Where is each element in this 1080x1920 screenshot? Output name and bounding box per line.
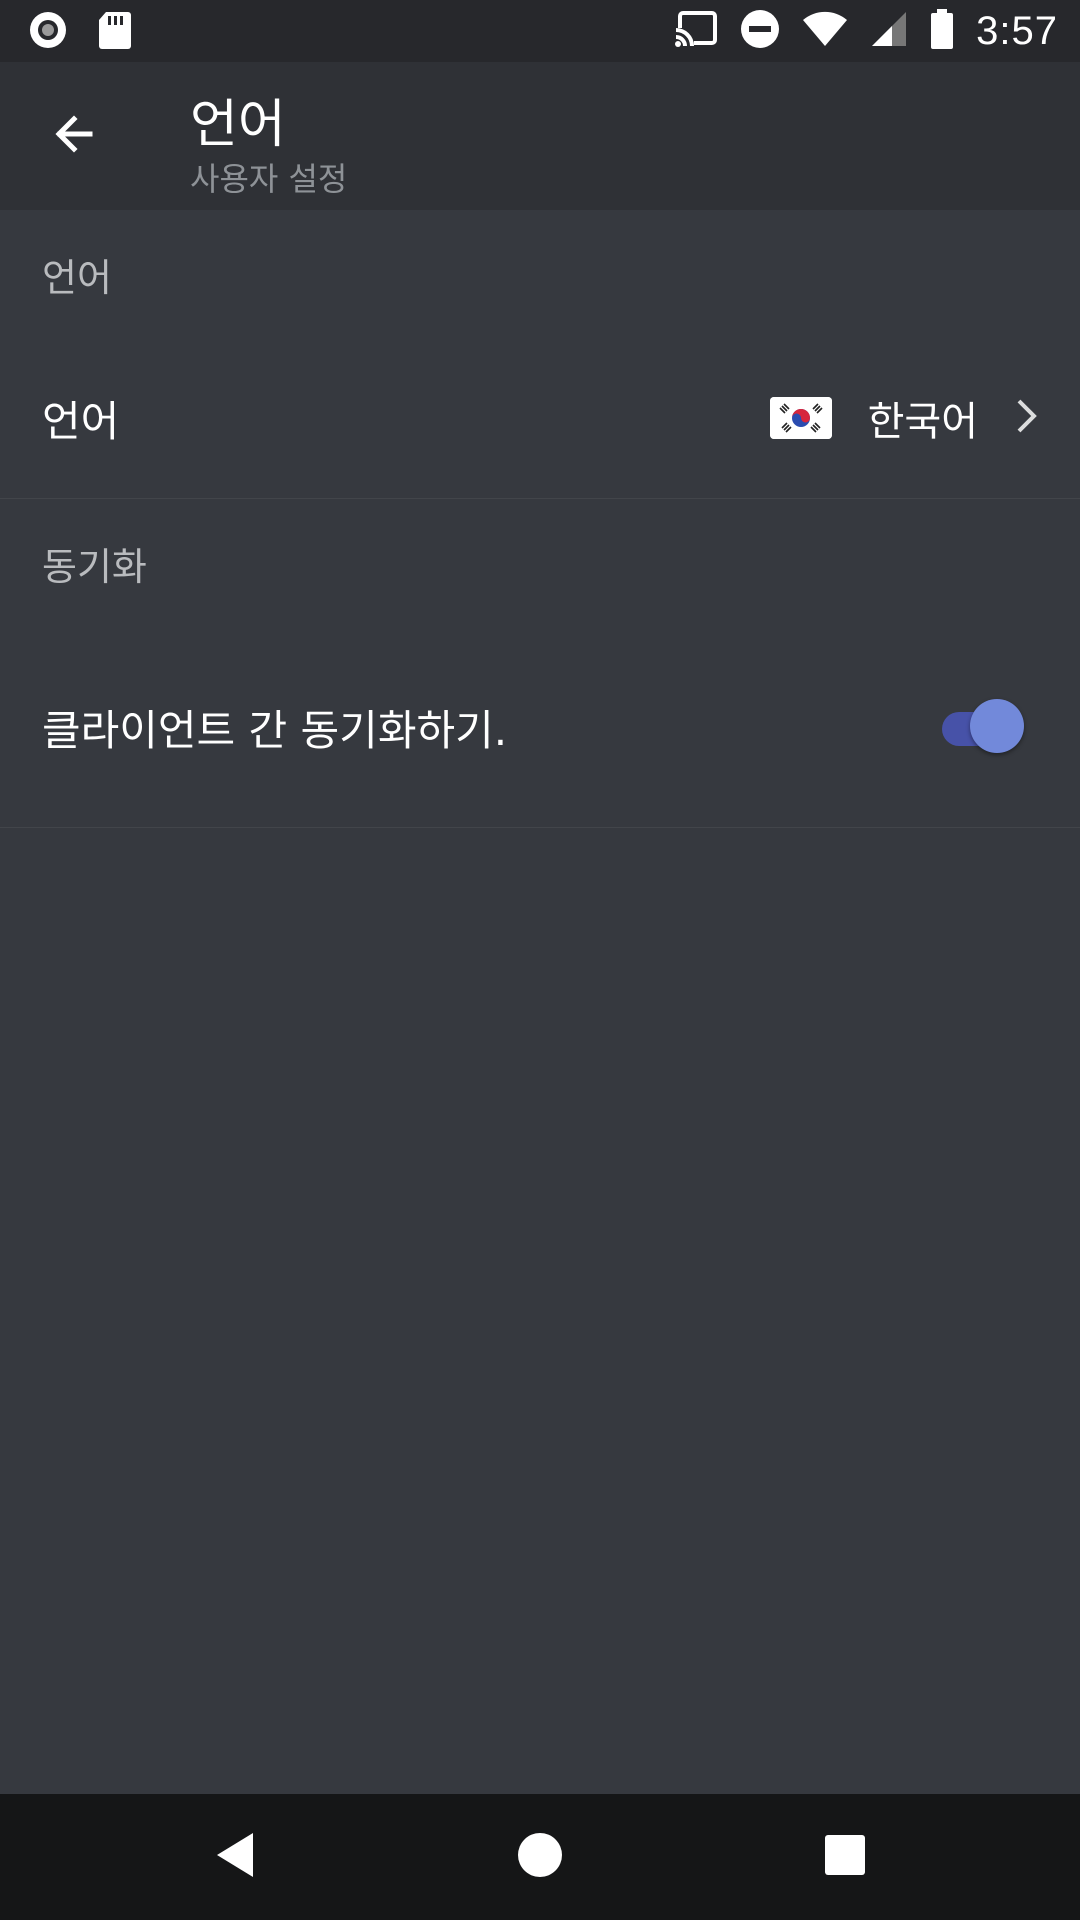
home-circle-icon <box>517 1832 563 1882</box>
korea-flag-icon <box>769 397 832 439</box>
back-triangle-icon <box>213 1831 257 1883</box>
arrow-left-icon <box>50 110 98 162</box>
recents-square-icon <box>824 1834 866 1880</box>
signal-icon <box>870 10 908 52</box>
sync-row-label: 클라이언트 간 동기화하기. <box>42 705 508 755</box>
sd-card-icon <box>98 10 132 54</box>
sync-toggle[interactable] <box>942 699 1026 755</box>
nav-back-button[interactable] <box>200 1822 270 1892</box>
language-row-label: 언어 <box>42 396 120 446</box>
page-title: 언어 <box>190 95 286 155</box>
nav-recents-button[interactable] <box>810 1822 880 1892</box>
page-subtitle: 사용자 설정 <box>190 160 348 198</box>
back-button[interactable] <box>36 98 112 174</box>
do-not-disturb-icon <box>740 9 780 53</box>
settings-list: 언어 언어 한국어 동기화 클라이언트 간 동기화하기. <box>0 210 1080 828</box>
language-selector[interactable]: 한국어 <box>769 338 1040 498</box>
section-header-language: 언어 <box>42 255 112 300</box>
nav-home-button[interactable] <box>505 1822 575 1892</box>
toggle-thumb <box>970 699 1024 753</box>
sync-row[interactable]: 클라이언트 간 동기화하기. <box>0 627 1080 828</box>
navigation-bar <box>0 1794 1080 1920</box>
clock: 3:57 <box>976 8 1058 53</box>
chevron-right-icon <box>1014 398 1040 438</box>
section-header-sync: 동기화 <box>42 544 147 589</box>
battery-icon <box>930 9 954 53</box>
status-bar: 3:57 <box>0 0 1080 62</box>
language-value: 한국어 <box>867 399 978 445</box>
record-icon <box>28 10 68 54</box>
wifi-icon <box>802 11 848 51</box>
cast-icon <box>674 10 718 52</box>
language-row[interactable]: 언어 한국어 <box>0 338 1080 499</box>
app-bar: 언어 사용자 설정 <box>0 62 1080 210</box>
